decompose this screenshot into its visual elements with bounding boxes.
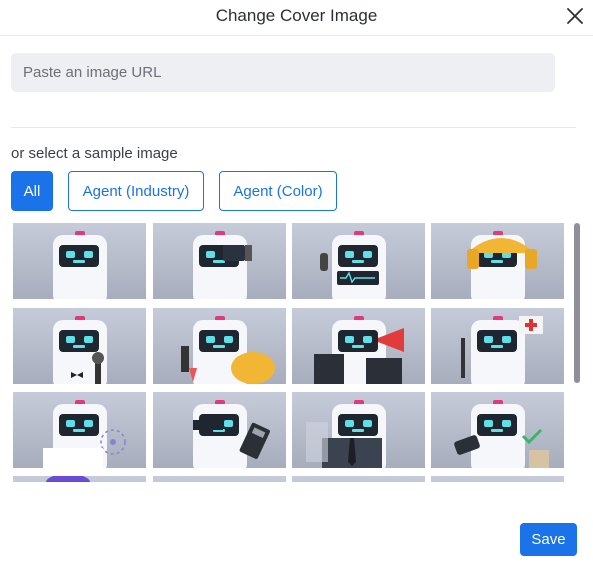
divider <box>11 127 576 128</box>
robot-agent-image <box>314 316 404 384</box>
dialog-title: Change Cover Image <box>215 6 378 25</box>
robot-agent-image <box>467 231 537 299</box>
sample-image-thumbnail[interactable] <box>431 392 564 468</box>
robot-agent-image <box>193 400 270 468</box>
sample-image-label: or select a sample image <box>11 145 178 162</box>
sample-image-thumbnail[interactable] <box>153 392 286 468</box>
robot-agent-image <box>193 231 252 299</box>
dialog-header: Change Cover Image <box>0 0 593 36</box>
sample-image-thumbnail[interactable] <box>153 476 286 482</box>
robot-agent-image <box>46 476 90 482</box>
sample-image-thumbnail[interactable] <box>13 392 146 468</box>
sample-image-thumbnail[interactable] <box>153 308 286 384</box>
robot-agent-image <box>306 400 386 468</box>
save-button[interactable]: Save <box>520 523 577 556</box>
image-url-input[interactable] <box>11 53 555 92</box>
robot-agent-image <box>53 316 107 384</box>
sample-image-thumbnail[interactable] <box>292 308 425 384</box>
sample-image-thumbnail[interactable] <box>292 392 425 468</box>
close-icon[interactable] <box>565 6 585 26</box>
sample-image-grid <box>13 223 565 482</box>
robot-agent-image <box>454 400 549 468</box>
sample-image-thumbnail[interactable] <box>431 308 564 384</box>
sample-image-thumbnail[interactable] <box>431 476 564 482</box>
robot-agent-image <box>292 476 425 482</box>
change-cover-dialog: Change Cover Image or select a sample im… <box>0 0 593 567</box>
robot-agent-image <box>461 316 543 384</box>
sample-image-thumbnail[interactable] <box>13 476 146 482</box>
sample-image-thumbnail[interactable] <box>292 223 425 299</box>
tab-agent-industry[interactable]: Agent (Industry) <box>68 171 204 211</box>
sample-image-thumbnail[interactable] <box>13 308 146 384</box>
sample-image-thumbnail[interactable] <box>292 476 425 482</box>
robot-agent-image <box>153 476 286 482</box>
sample-image-thumbnail[interactable] <box>431 223 564 299</box>
sample-image-thumbnail[interactable] <box>153 223 286 299</box>
grid-scrollbar[interactable] <box>574 223 580 383</box>
tab-all[interactable]: All <box>11 171 53 211</box>
robot-agent-image <box>43 400 126 468</box>
sample-image-thumbnail[interactable] <box>13 223 146 299</box>
robot-agent-image <box>431 476 564 482</box>
robot-agent-image <box>181 316 275 384</box>
robot-agent-image <box>320 231 386 299</box>
tab-agent-color[interactable]: Agent (Color) <box>219 171 337 211</box>
robot-agent-image <box>53 231 107 299</box>
